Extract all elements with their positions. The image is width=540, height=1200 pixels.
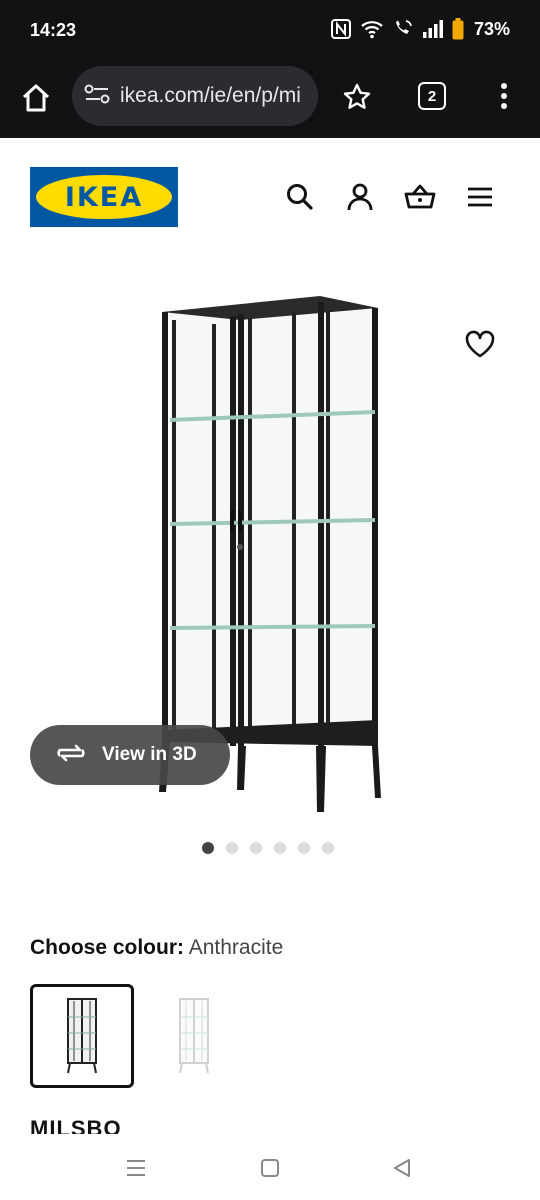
tabs-icon[interactable]: 2 xyxy=(418,82,446,110)
system-nav-bar xyxy=(0,1134,540,1200)
search-icon[interactable] xyxy=(283,180,317,214)
star-icon[interactable] xyxy=(342,82,372,112)
status-icons: 73% xyxy=(330,18,510,40)
wifi-icon xyxy=(360,19,384,39)
recent-apps-icon[interactable] xyxy=(124,1156,148,1180)
battery-percent: 73% xyxy=(473,18,510,39)
logo-oval: IKEA xyxy=(36,175,172,219)
home-icon[interactable] xyxy=(18,80,54,116)
status-time: 14:23 xyxy=(30,20,77,40)
view-in-3d-button[interactable]: View in 3D xyxy=(30,725,230,785)
site-settings-icon[interactable] xyxy=(84,82,110,111)
nfc-icon xyxy=(330,18,352,40)
status-bar: 14:23 73% xyxy=(0,0,540,62)
colour-swatch-white[interactable] xyxy=(142,984,246,1088)
rotate-3d-icon xyxy=(54,741,88,770)
favourite-heart-icon[interactable] xyxy=(462,326,498,362)
signal-icon xyxy=(422,19,444,39)
logo-text: IKEA xyxy=(64,181,144,213)
ikea-logo[interactable]: IKEA xyxy=(30,167,178,227)
carousel-dot[interactable] xyxy=(250,842,262,854)
menu-icon[interactable] xyxy=(463,180,497,214)
colour-swatch-anthracite[interactable] xyxy=(30,984,134,1088)
back-icon[interactable] xyxy=(390,1156,414,1180)
colour-value: Anthracite xyxy=(188,936,284,959)
url-text: ikea.com/ie/en/p/mi xyxy=(120,84,301,107)
more-vert-icon[interactable] xyxy=(494,78,514,114)
address-bar[interactable]: ikea.com/ie/en/p/mi xyxy=(72,66,318,126)
account-icon[interactable] xyxy=(343,180,377,214)
basket-icon[interactable] xyxy=(403,180,437,214)
carousel-dot[interactable] xyxy=(226,842,238,854)
colour-label: Choose colour: xyxy=(30,936,185,959)
tab-count: 2 xyxy=(427,87,437,105)
carousel-dot[interactable] xyxy=(322,842,334,854)
browser-toolbar: ikea.com/ie/en/p/mi 2 xyxy=(0,62,540,138)
carousel-dot[interactable] xyxy=(202,842,214,854)
carousel-dot[interactable] xyxy=(274,842,286,854)
wifi-calling-icon xyxy=(392,19,414,39)
image-carousel-dots xyxy=(202,842,334,854)
battery-icon xyxy=(452,18,464,40)
view-in-3d-label: View in 3D xyxy=(102,744,197,765)
carousel-dot[interactable] xyxy=(298,842,310,854)
home-nav-icon[interactable] xyxy=(258,1156,282,1180)
colour-chooser-line: Choose colour: Anthracite xyxy=(30,936,283,960)
